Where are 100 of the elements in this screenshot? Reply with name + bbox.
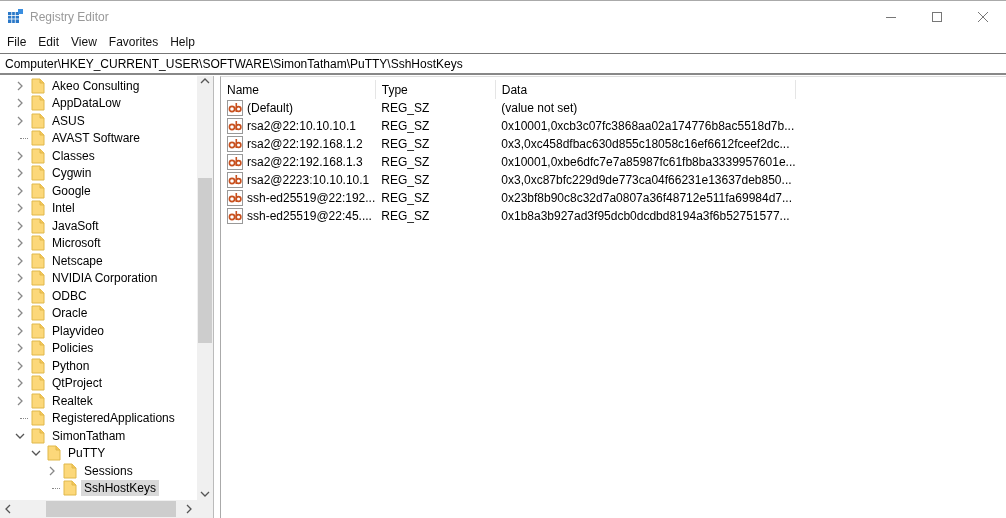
tree-item[interactable]: Akeo Consulting xyxy=(49,77,143,94)
folder-icon xyxy=(31,340,45,357)
tree-item[interactable]: SimonTatham xyxy=(49,427,129,444)
chevron-right-icon[interactable] xyxy=(16,115,24,126)
tree-item[interactable]: Classes xyxy=(49,147,98,164)
scroll-left-icon[interactable] xyxy=(4,504,12,514)
tree-item[interactable]: JavaSoft xyxy=(49,217,102,234)
scrollbar-thumb[interactable] xyxy=(198,178,212,343)
folder-icon xyxy=(63,462,77,479)
value-name[interactable]: rsa2@2223:10.10.10.1 xyxy=(247,173,370,187)
tree-item[interactable]: PuTTY xyxy=(65,445,109,462)
string-value-icon xyxy=(227,172,243,188)
chevron-right-icon[interactable] xyxy=(16,378,24,389)
table-cell-text: 0x10001,0xcb3c07fc3868aa02a174776b8ac5518d7b... xyxy=(500,118,796,135)
window-title: Registry Editor xyxy=(30,9,109,24)
menu-item[interactable]: File xyxy=(1,35,33,49)
app-icon xyxy=(8,9,23,24)
folder-icon xyxy=(31,200,45,217)
tree-item[interactable]: QtProject xyxy=(49,375,105,392)
folder-icon xyxy=(31,410,45,427)
folder-icon xyxy=(31,357,45,374)
chevron-right-icon[interactable] xyxy=(16,150,24,161)
folder-icon xyxy=(31,305,45,322)
close-icon xyxy=(978,11,988,22)
chevron-right-icon[interactable] xyxy=(16,308,24,319)
value-name[interactable]: ssh-ed25519@22:45.... xyxy=(247,209,372,223)
scrollbar-thumb[interactable] xyxy=(46,501,176,517)
chevron-right-icon[interactable] xyxy=(16,168,24,179)
menu-item[interactable]: Edit xyxy=(32,35,66,49)
folder-icon xyxy=(63,480,77,497)
chevron-right-icon[interactable] xyxy=(16,80,24,91)
chevron-right-icon[interactable] xyxy=(16,273,24,284)
chevron-right-icon[interactable] xyxy=(16,185,24,196)
value-name[interactable]: rsa2@22:10.10.10.1 xyxy=(247,119,356,133)
column-header[interactable]: Name xyxy=(221,80,376,99)
folder-icon xyxy=(31,427,45,444)
folder-icon xyxy=(31,165,45,182)
string-value-icon xyxy=(227,190,243,206)
maximize-icon xyxy=(932,11,942,22)
chevron-down-icon[interactable] xyxy=(15,431,25,440)
tree-item[interactable]: AppDataLow xyxy=(49,95,124,112)
tree-item[interactable]: Cygwin xyxy=(49,165,95,182)
table-cell-text: 0x3,0xc458dfbac630d855c18058c16ef6612fceef2dc... xyxy=(500,136,791,153)
tree-item[interactable]: RegisteredApplications xyxy=(49,410,178,427)
tree-item[interactable]: Realtek xyxy=(49,392,96,409)
folder-icon xyxy=(31,95,45,112)
menu-item[interactable]: Help xyxy=(164,35,201,49)
chevron-right-icon[interactable] xyxy=(16,98,24,109)
chevron-right-icon[interactable] xyxy=(16,395,24,406)
folder-icon xyxy=(31,375,45,392)
tree-item[interactable]: Google xyxy=(49,182,94,199)
table-cell-text: REG_SZ xyxy=(380,118,431,135)
value-name[interactable]: ssh-ed25519@22:192... xyxy=(247,191,376,205)
tree-item[interactable]: Policies xyxy=(49,340,97,357)
chevron-down-icon[interactable] xyxy=(31,449,41,458)
chevron-right-icon[interactable] xyxy=(16,203,24,214)
folder-icon xyxy=(31,322,45,339)
tree-item[interactable]: Python xyxy=(49,357,93,374)
tree-item[interactable]: Sessions xyxy=(81,462,136,479)
string-value-icon xyxy=(227,154,243,170)
tree-item[interactable]: Oracle xyxy=(49,305,91,322)
value-name[interactable]: rsa2@22:192.168.1.3 xyxy=(247,155,363,169)
column-header[interactable]: Data xyxy=(495,80,796,99)
chevron-right-icon[interactable] xyxy=(16,238,24,249)
table-cell-text: 0x23bf8b90c8c32d7a0807a36f48712e511fa69984d7... xyxy=(500,190,793,207)
folder-icon xyxy=(31,235,45,252)
chevron-right-icon[interactable] xyxy=(16,220,24,231)
column-header[interactable]: Type xyxy=(375,80,496,99)
table-cell-text: REG_SZ xyxy=(380,136,431,153)
chevron-right-icon[interactable] xyxy=(16,343,24,354)
tree-item[interactable]: Netscape xyxy=(49,252,106,269)
scroll-right-icon[interactable] xyxy=(185,504,193,514)
folder-icon xyxy=(47,445,61,462)
folder-icon xyxy=(31,270,45,287)
menu-item[interactable]: Favorites xyxy=(102,35,165,49)
tree-item[interactable]: NVIDIA Corporation xyxy=(49,270,161,287)
table-cell-text: 0x1b8a3b927ad3f95dcb0dcdbd8194a3f6b52751577... xyxy=(500,208,791,225)
folder-icon xyxy=(31,252,45,269)
chevron-right-icon[interactable] xyxy=(16,325,24,336)
chevron-right-icon[interactable] xyxy=(16,255,24,266)
table-cell-text: 0x3,0xc87bfc229d9de773ca04f66231e13637deb850... xyxy=(500,172,793,189)
tree-item[interactable]: ASUS xyxy=(49,112,88,129)
folder-icon xyxy=(31,287,45,304)
chevron-right-icon[interactable] xyxy=(16,290,24,301)
string-value-icon xyxy=(227,136,243,152)
folder-icon xyxy=(31,77,45,94)
folder-icon xyxy=(31,130,45,147)
tree-item[interactable]: SshHostKeys xyxy=(81,480,160,497)
tree-item[interactable]: Microsoft xyxy=(49,235,104,252)
menu-item[interactable]: View xyxy=(65,35,103,49)
chevron-right-icon[interactable] xyxy=(16,360,24,371)
tree-item[interactable]: Intel xyxy=(49,200,78,217)
value-name[interactable]: rsa2@22:192.168.1.2 xyxy=(247,137,363,151)
tree-item[interactable]: AVAST Software xyxy=(49,130,144,147)
value-name[interactable]: (Default) xyxy=(247,101,293,115)
table-cell-text: 0x10001,0xbe6dfc7e7a85987fc61fb8ba3339957601e... xyxy=(500,154,796,171)
chevron-right-icon[interactable] xyxy=(48,465,56,476)
tree-item[interactable]: Playvideo xyxy=(49,322,108,339)
folder-icon xyxy=(31,217,45,234)
tree-item[interactable]: ODBC xyxy=(49,287,90,304)
